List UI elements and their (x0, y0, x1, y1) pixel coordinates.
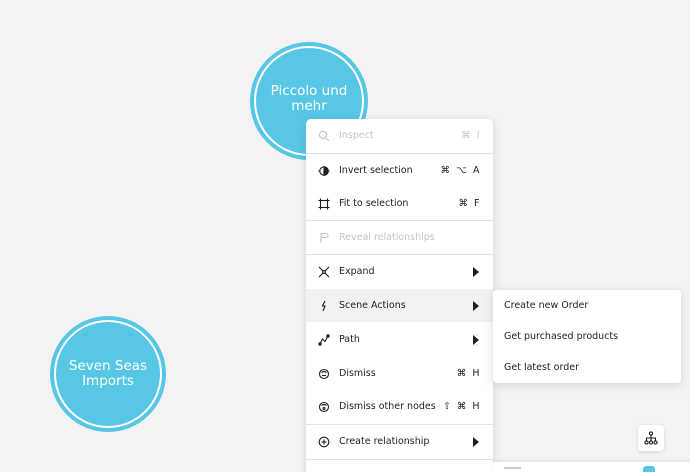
dismiss-other-nodes-icon (317, 400, 331, 414)
submenu-item-create-new-order[interactable]: Create new Order (493, 290, 681, 321)
menu-item-label: Reveal relationships (339, 232, 435, 243)
menu-item-label: Invert selection (339, 165, 413, 176)
path-icon (317, 333, 331, 347)
menu-item-fit-to-selection[interactable]: Fit to selection ⌘ F (306, 187, 493, 220)
menu-item-path[interactable]: Path (306, 323, 493, 356)
submenu-item-label: Create new Order (504, 300, 589, 311)
menu-item-shortcut: ⌘ ⌥ A (440, 165, 481, 176)
hierarchy-layout-button[interactable] (638, 425, 664, 451)
submenu-item-label: Get latest order (504, 362, 580, 373)
menu-item-inspect[interactable]: Inspect ⌘ I (306, 119, 493, 152)
menu-item-label: Expand (339, 266, 375, 277)
submenu-item-get-purchased-products[interactable]: Get purchased products (493, 321, 681, 352)
scene-actions-icon (317, 299, 331, 313)
scene-actions-submenu: Create new Order Get purchased products … (493, 290, 681, 383)
menu-item-dismiss[interactable]: Dismiss ⌘ H (306, 357, 493, 390)
search-icon (317, 129, 331, 143)
menu-item-expand[interactable]: Expand (306, 255, 493, 288)
bottom-panel (493, 462, 690, 472)
node-seven-seas-imports[interactable]: Seven Seas Imports (50, 316, 166, 432)
menu-item-label: Scene Actions (339, 300, 406, 311)
menu-item-shortcut: ⌘ F (458, 198, 481, 209)
menu-item-label: Inspect (339, 130, 374, 141)
menu-item-invert-selection[interactable]: Invert selection ⌘ ⌥ A (306, 154, 493, 187)
context-menu: Inspect ⌘ I Invert selection ⌘ ⌥ A Fit t… (306, 119, 493, 472)
node-label: Piccolo und mehr (270, 83, 348, 114)
menu-item-label: Dismiss (339, 368, 376, 379)
fit-to-selection-icon (317, 197, 331, 211)
submenu-arrow-icon (473, 300, 479, 311)
invert-selection-icon (317, 164, 331, 178)
plus-circle-icon (317, 435, 331, 449)
expand-icon (317, 265, 331, 279)
menu-item-shortcut: ⌘ H (456, 368, 481, 379)
menu-item-shortcut: ⌘ I (461, 130, 481, 141)
menu-item-reveal-relationships[interactable]: Reveal relationships (306, 221, 493, 254)
menu-divider (306, 459, 493, 460)
menu-item-shortcut: ⇧ ⌘ H (442, 401, 481, 412)
panel-handle[interactable] (504, 467, 521, 469)
menu-item-label: Create relationship (339, 436, 430, 447)
menu-item-label: Path (339, 334, 360, 345)
submenu-arrow-icon (473, 334, 479, 345)
menu-item-create-relationship[interactable]: Create relationship (306, 425, 493, 458)
submenu-item-get-latest-order[interactable]: Get latest order (493, 352, 681, 383)
submenu-item-label: Get purchased products (504, 331, 619, 342)
menu-item-dismiss-other-nodes[interactable]: Dismiss other nodes ⇧ ⌘ H (306, 390, 493, 423)
menu-item-scene-actions[interactable]: Scene Actions (306, 289, 493, 322)
menu-item-label: Dismiss other nodes (339, 401, 436, 412)
submenu-arrow-icon (473, 436, 479, 447)
dismiss-icon (317, 367, 331, 381)
menu-item-label: Fit to selection (339, 198, 409, 209)
reveal-relationships-icon (317, 231, 331, 245)
node-label: Seven Seas Imports (68, 358, 148, 389)
panel-indicator-icon (643, 466, 655, 472)
hierarchy-layout-icon (644, 431, 658, 445)
submenu-arrow-icon (473, 266, 479, 277)
